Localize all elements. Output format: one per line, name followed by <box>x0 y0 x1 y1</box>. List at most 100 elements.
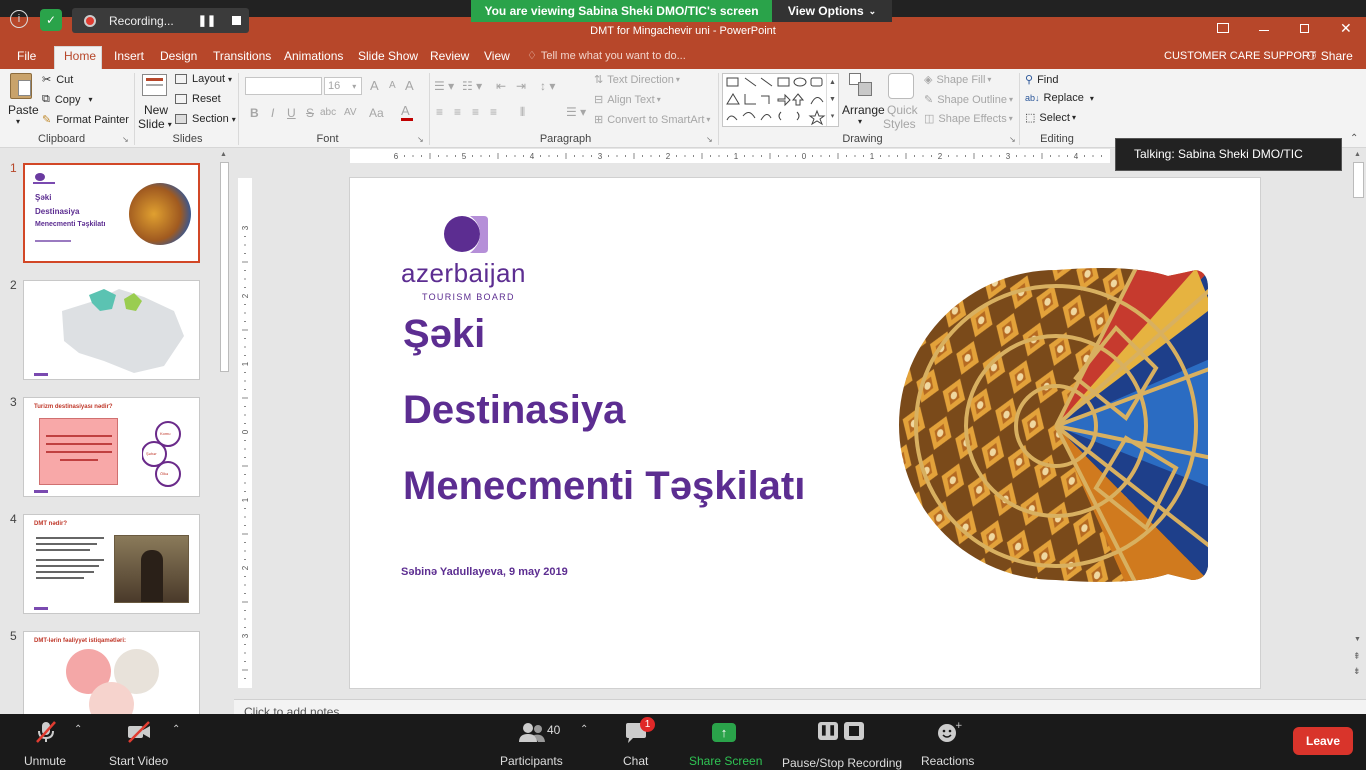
pause-recording-button-icon[interactable]: ❚❚ <box>818 722 838 740</box>
shield-icon[interactable]: ✓ <box>40 9 62 31</box>
tab-animations[interactable]: Animations <box>284 49 343 63</box>
stop-recording-icon[interactable] <box>232 16 242 25</box>
cut-button[interactable]: ✂ Cut <box>42 73 73 87</box>
align-right-icon[interactable]: ≡ <box>472 105 479 119</box>
leave-button[interactable]: Leave <box>1293 727 1353 755</box>
notes-pane[interactable]: Click to add notes <box>234 699 1366 719</box>
shape-effects-button[interactable]: ◫ Shape Effects ▾ <box>924 112 1013 126</box>
thumbnail-slide-2[interactable] <box>23 280 200 380</box>
underline-icon[interactable]: U <box>287 106 296 120</box>
start-video-button[interactable]: Start Video <box>109 754 168 768</box>
chevron-up-icon[interactable]: ⌃ <box>580 724 588 735</box>
arrange-button[interactable]: Arrange <box>842 103 885 117</box>
reactions-icon[interactable]: + <box>936 720 962 744</box>
replace-button[interactable]: ab↓ Replace ▾ <box>1025 92 1094 104</box>
shapes-scroll[interactable]: ▲ ▼ ▾ <box>826 74 838 126</box>
thumbnail-slide-3[interactable]: Turizm destinasiyası nədir? Komu Şəhər Ö… <box>23 397 200 497</box>
tab-insert[interactable]: Insert <box>114 49 144 63</box>
dialog-launcher-icon[interactable]: ↘ <box>706 135 713 144</box>
new-slide-label-2[interactable]: Slide ▾ <box>138 117 172 131</box>
tab-review[interactable]: Review <box>430 49 469 63</box>
font-color-icon[interactable]: A <box>401 103 413 121</box>
dialog-launcher-icon[interactable]: ↘ <box>122 135 129 144</box>
grow-font-icon[interactable]: A <box>370 78 379 93</box>
new-slide-label-1[interactable]: New <box>144 103 168 117</box>
participants-icon[interactable] <box>518 722 546 744</box>
font-name-input[interactable] <box>245 77 322 95</box>
shape-fill-button[interactable]: ◈ Shape Fill ▾ <box>924 73 991 87</box>
column-options-icon[interactable]: ☰ ▾ <box>566 105 586 119</box>
section-button[interactable]: Section ▾ <box>175 113 236 125</box>
shrink-font-icon[interactable]: A <box>389 80 396 91</box>
close-icon[interactable]: ✕ <box>1340 20 1352 37</box>
tab-slide-show[interactable]: Slide Show <box>358 49 418 63</box>
tab-file[interactable]: File <box>17 49 36 63</box>
tab-view[interactable]: View <box>484 49 510 63</box>
thumbs-scrollbar[interactable]: ▲ <box>217 148 232 714</box>
tell-me-box[interactable]: ♢ Tell me what you want to do... <box>527 49 686 63</box>
select-button[interactable]: ⬚ Select ▾ <box>1025 111 1076 125</box>
shadow-icon[interactable]: abc <box>320 107 336 118</box>
dialog-launcher-icon[interactable]: ↘ <box>417 135 424 144</box>
participants-button[interactable]: Participants <box>500 754 563 768</box>
quick-styles-icon[interactable] <box>888 73 914 99</box>
justify-icon[interactable]: ≡ <box>490 105 497 119</box>
italic-icon[interactable]: I <box>271 106 274 120</box>
slide-canvas[interactable]: azerbaijan TOURISM BOARD Şəki Destinasiy… <box>349 177 1261 689</box>
change-case-icon[interactable]: Aa <box>369 106 384 120</box>
columns-icon[interactable]: ⫴ <box>520 105 525 120</box>
share-button[interactable]: ⚇ Share <box>1306 49 1353 63</box>
arrange-icon[interactable] <box>849 73 875 99</box>
find-button[interactable]: ⚲ Find <box>1025 73 1058 87</box>
tab-home[interactable]: Home <box>64 49 96 63</box>
tab-design[interactable]: Design <box>160 49 197 63</box>
thumbnail-slide-5[interactable]: DMT-lərin fəaliyyət istiqamətləri: <box>23 631 200 714</box>
stop-recording-button-icon[interactable] <box>844 722 864 740</box>
increase-indent-icon[interactable]: ⇥ <box>516 79 526 93</box>
dialog-launcher-icon[interactable]: ↘ <box>1009 135 1016 144</box>
paste-dropdown-icon[interactable]: ▾ <box>16 117 20 126</box>
share-screen-icon[interactable]: ↑ <box>712 723 736 742</box>
numbering-icon[interactable]: ☷ ▾ <box>462 79 482 93</box>
decrease-indent-icon[interactable]: ⇤ <box>496 79 506 93</box>
customer-care-label[interactable]: CUSTOMER CARE SUPPORT <box>1164 50 1316 62</box>
chevron-up-icon[interactable]: ⌃ <box>172 724 180 735</box>
align-left-icon[interactable]: ≡ <box>436 105 443 119</box>
chevron-up-icon[interactable]: ⌃ <box>74 724 82 735</box>
shapes-gallery[interactable] <box>722 73 839 127</box>
new-slide-icon[interactable] <box>142 74 167 96</box>
line-spacing-icon[interactable]: ↕ ▾ <box>540 79 555 93</box>
paste-button[interactable]: Paste <box>8 103 39 117</box>
restore-icon[interactable] <box>1300 24 1309 33</box>
paste-icon[interactable] <box>10 73 32 99</box>
video-off-icon[interactable] <box>126 720 152 744</box>
bullets-icon[interactable]: ☰ ▾ <box>434 79 454 93</box>
strikethrough-icon[interactable]: S <box>306 106 314 120</box>
align-center-icon[interactable]: ≡ <box>454 105 461 119</box>
convert-smartart-button[interactable]: ⊞ Convert to SmartArt ▾ <box>594 113 710 127</box>
slide-scrollbar[interactable]: ▲ ▼ ⇞ ⇟ <box>1351 148 1366 688</box>
shape-outline-button[interactable]: ✎ Shape Outline ▾ <box>924 93 1013 107</box>
quick-styles-label-1[interactable]: Quick <box>887 103 918 117</box>
pause-recording-icon[interactable]: ❚❚ <box>198 14 216 27</box>
text-direction-button[interactable]: ⇅ Text Direction ▾ <box>594 73 680 87</box>
view-options-button[interactable]: View Options ⌄ <box>772 0 892 22</box>
collapse-ribbon-icon[interactable]: ⌃ <box>1350 133 1358 144</box>
share-screen-button[interactable]: Share Screen <box>689 754 762 768</box>
ribbon-display-icon[interactable] <box>1217 23 1229 33</box>
layout-button[interactable]: Layout ▾ <box>175 73 232 85</box>
format-painter-button[interactable]: ✎ Format Painter <box>42 113 129 127</box>
copy-button[interactable]: ⧉ Copy ▾ <box>42 93 93 106</box>
char-spacing-icon[interactable]: AV <box>344 107 357 118</box>
reset-button[interactable]: Reset <box>175 93 221 105</box>
quick-styles-label-2[interactable]: Styles <box>883 117 916 131</box>
align-text-button[interactable]: ⊟ Align Text ▾ <box>594 93 661 107</box>
muted-microphone-icon[interactable] <box>34 720 58 744</box>
bold-icon[interactable]: B <box>250 106 259 120</box>
clear-formatting-icon[interactable]: A <box>405 78 414 93</box>
chat-button[interactable]: Chat <box>623 754 648 768</box>
info-icon[interactable]: i <box>10 10 28 28</box>
reactions-button[interactable]: Reactions <box>921 754 974 768</box>
font-size-input[interactable]: 16 ▾ <box>324 77 362 95</box>
thumbnail-slide-1[interactable]: Şəki Destinasiya Menecmenti Təşkilatı <box>23 163 200 263</box>
